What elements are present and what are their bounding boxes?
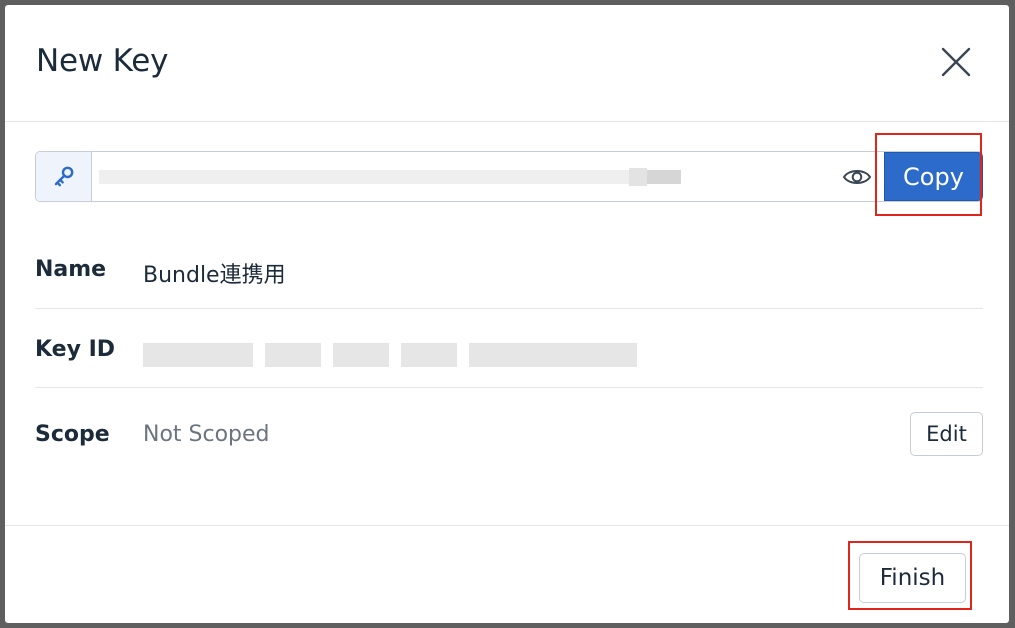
- api-key-value[interactable]: [99, 166, 699, 188]
- name-label: Name: [35, 257, 107, 282]
- finish-button[interactable]: Finish: [859, 553, 966, 603]
- close-icon: [941, 47, 971, 77]
- divider: [35, 308, 983, 309]
- api-key-field[interactable]: Copy: [35, 151, 983, 202]
- show-key-toggle[interactable]: [842, 164, 872, 190]
- new-key-dialog: New Key Copy Name Bundle連携用 Key ID Scope…: [5, 5, 1009, 623]
- edit-scope-button[interactable]: Edit: [910, 412, 983, 456]
- key-icon: [54, 166, 74, 187]
- key-id-label: Key ID: [35, 337, 116, 362]
- scope-value: Not Scoped: [143, 422, 270, 447]
- key-id-redacted: [143, 343, 637, 367]
- eye-icon: [842, 170, 872, 184]
- divider: [35, 387, 983, 388]
- close-button[interactable]: [939, 45, 973, 79]
- dialog-footer: Finish: [5, 525, 1009, 623]
- name-value: Bundle連携用: [143, 263, 286, 288]
- scope-label: Scope: [35, 422, 110, 447]
- dialog-title: New Key: [36, 43, 169, 79]
- key-addon: [36, 152, 92, 201]
- copy-button[interactable]: Copy: [884, 152, 983, 201]
- dialog-header: New Key: [5, 5, 1009, 122]
